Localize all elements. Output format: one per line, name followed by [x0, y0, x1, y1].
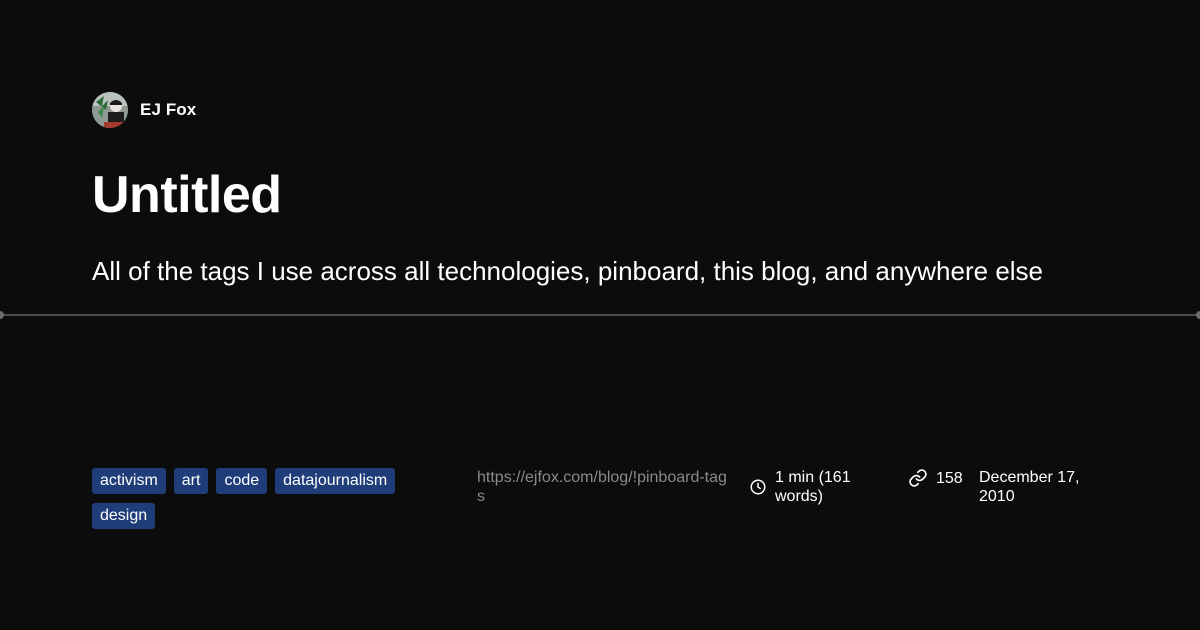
- post-description: All of the tags I use across all technol…: [92, 256, 1044, 286]
- clock-icon: [750, 479, 766, 495]
- post-title: Untitled: [92, 166, 282, 224]
- author-byline: EJ Fox: [92, 92, 196, 128]
- links-count-text: 158: [936, 469, 963, 487]
- tag-design[interactable]: design: [92, 503, 156, 529]
- tag-art[interactable]: art: [173, 468, 209, 494]
- tag-activism[interactable]: activism: [92, 468, 166, 494]
- avatar: [92, 92, 128, 128]
- reading-time: 1 min (161 words): [749, 468, 889, 506]
- tag-list: activism art code datajournalism design: [92, 468, 432, 529]
- divider-line: [0, 314, 1200, 316]
- links-count: 158: [908, 468, 963, 488]
- link-icon: [909, 469, 927, 487]
- author-name[interactable]: EJ Fox: [140, 100, 196, 120]
- divider-dot-left: [0, 311, 4, 319]
- tag-datajournalism[interactable]: datajournalism: [275, 468, 396, 494]
- post-date: December 17, 2010: [979, 469, 1080, 505]
- divider-dot-right: [1196, 311, 1200, 319]
- post-url[interactable]: https://ejfox.com/blog/!pinboard-tags: [477, 468, 733, 506]
- tag-code[interactable]: code: [216, 468, 268, 494]
- reading-time-text: 1 min (161 words): [775, 469, 851, 505]
